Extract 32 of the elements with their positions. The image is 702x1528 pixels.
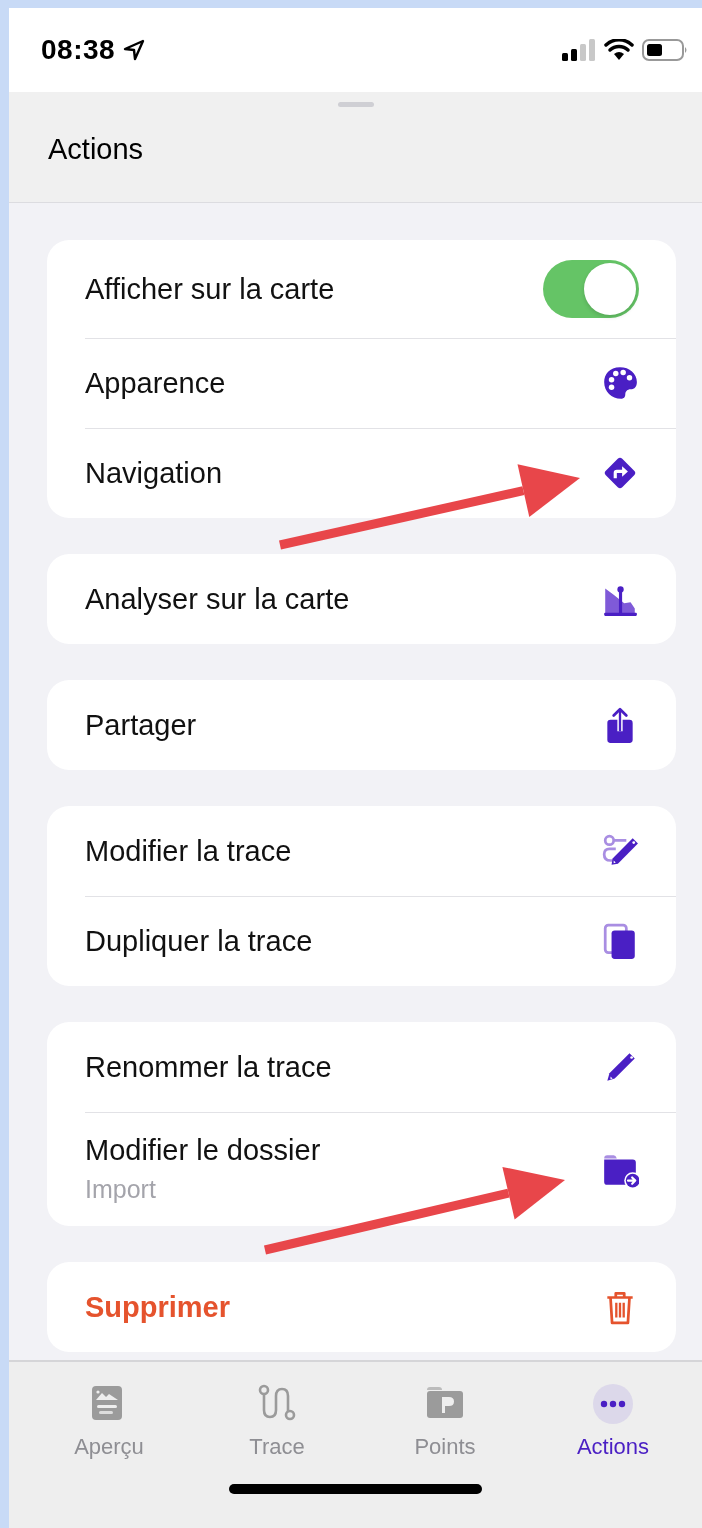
row-label: Analyser sur la carte [85, 582, 351, 616]
wifi-icon [604, 39, 634, 61]
action-row[interactable]: Modifier le dossier Import [47, 1112, 676, 1226]
action-row[interactable]: Supprimer [47, 1262, 676, 1352]
row-subtitle: Import [85, 1175, 157, 1204]
palette-icon [601, 364, 639, 402]
row-label: Modifier la trace [85, 834, 293, 868]
clock-time: 08:38 [41, 34, 116, 66]
row-label: Supprimer [85, 1290, 232, 1324]
row-label: Renommer la trace [85, 1050, 333, 1084]
action-row[interactable]: Partager [47, 680, 676, 770]
action-row[interactable]: Modifier la trace [47, 806, 676, 896]
more-icon [593, 1384, 633, 1424]
action-row[interactable]: Navigation [47, 428, 676, 518]
row-label: Navigation [85, 456, 224, 490]
battery-icon [642, 39, 688, 61]
action-row[interactable]: Renommer la trace [47, 1022, 676, 1112]
action-row[interactable]: Dupliquer la trace [47, 896, 676, 986]
row-label: Dupliquer la trace [85, 924, 314, 958]
tab-item[interactable]: Actions [529, 1384, 697, 1460]
row-label: Partager [85, 708, 198, 742]
location-arrow-icon [123, 39, 146, 61]
action-row[interactable]: Afficher sur la carte [47, 240, 676, 338]
sheet-title: Actions [48, 133, 144, 166]
action-row[interactable]: Apparence [47, 338, 676, 428]
row-label: Modifier le dossier [85, 1134, 322, 1167]
signal-icon [562, 39, 596, 61]
row-label: Apparence [85, 366, 227, 400]
toggle-switch[interactable] [543, 260, 639, 318]
drag-handle[interactable] [337, 102, 374, 107]
action-row[interactable]: Analyser sur la carte [47, 554, 676, 644]
row-label: Afficher sur la carte [85, 272, 336, 306]
